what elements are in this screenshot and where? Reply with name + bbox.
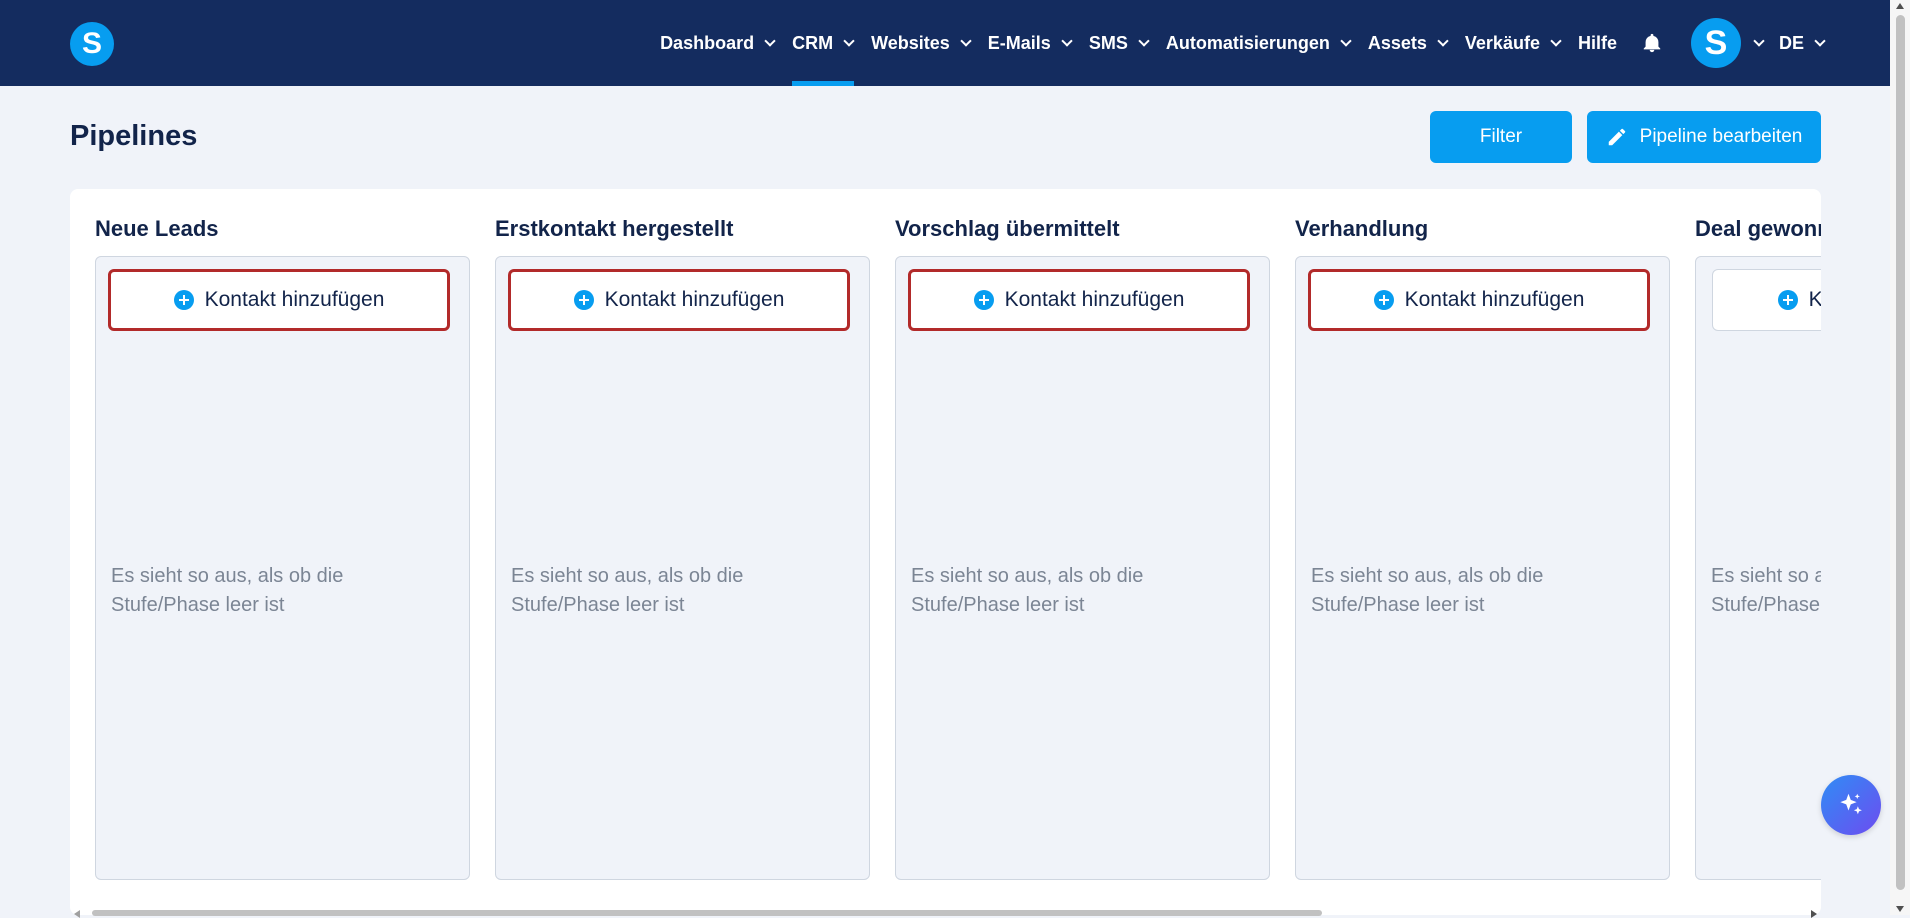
nav-label: Verkäufe bbox=[1464, 32, 1540, 53]
pencil-icon bbox=[1608, 128, 1625, 146]
vertical-scroll-thumb[interactable] bbox=[1896, 15, 1905, 890]
avatar-letter: S bbox=[1704, 23, 1728, 62]
main-nav: Dashboard CRM Websites E-Mails SMS Autom… bbox=[642, 0, 1826, 86]
column-dropzone[interactable]: Kontakt hinzufügen Es sieht so aus, als … bbox=[1695, 256, 1821, 880]
nav-item-hilfe[interactable]: Hilfe bbox=[1578, 0, 1617, 86]
chevron-down-icon bbox=[764, 34, 776, 47]
add-contact-button[interactable]: Kontakt hinzufügen bbox=[508, 269, 850, 331]
bell-icon[interactable] bbox=[1641, 32, 1663, 54]
chevron-down-icon bbox=[1437, 34, 1449, 47]
language-label: DE bbox=[1778, 32, 1804, 53]
empty-stage-text: Es sieht so aus, als ob die Stufe/Phase … bbox=[111, 565, 344, 616]
pipeline-board: Neue Leads Kontakt hinzufügen Es sieht s… bbox=[70, 189, 1821, 915]
nav-item-verkaeufe[interactable]: Verkäufe bbox=[1464, 0, 1562, 86]
page-title: Pipelines bbox=[70, 120, 198, 152]
add-contact-label: Kontakt hinzufügen bbox=[1404, 288, 1585, 311]
scroll-down-arrow-icon[interactable] bbox=[1896, 906, 1904, 912]
top-navigation-bar: S Dashboard CRM Websites E-Mails SMS Aut… bbox=[0, 0, 1910, 86]
add-contact-button[interactable]: Kontakt hinzufügen bbox=[1308, 269, 1650, 331]
add-contact-button[interactable]: Kontakt hinzufügen bbox=[108, 269, 450, 331]
empty-stage-text: Es sieht so aus, als ob die Stufe/Phase … bbox=[1311, 565, 1544, 616]
empty-stage-text: Es sieht so aus, als ob die Stufe/Phase … bbox=[911, 565, 1144, 616]
filter-button-label: Filter bbox=[1479, 126, 1523, 147]
horizontal-scroll-thumb[interactable] bbox=[92, 910, 1322, 916]
language-selector[interactable]: DE bbox=[1778, 32, 1826, 54]
column-title: Verhandlung bbox=[1295, 216, 1429, 241]
chevron-down-icon[interactable] bbox=[1753, 34, 1765, 47]
plus-circle-icon bbox=[973, 290, 994, 310]
plus-circle-icon bbox=[1777, 290, 1798, 310]
add-contact-label: Kontakt hinzufügen bbox=[1004, 288, 1185, 311]
column-dropzone[interactable]: Kontakt hinzufügen Es sieht so aus, als … bbox=[1295, 256, 1670, 880]
chevron-down-icon bbox=[843, 34, 855, 47]
pipeline-column: Neue Leads Kontakt hinzufügen Es sieht s… bbox=[95, 189, 470, 915]
nav-label: Dashboard bbox=[660, 32, 755, 53]
sparkle-icon bbox=[1840, 793, 1862, 815]
logo-letter: S bbox=[81, 27, 102, 60]
plus-circle-icon bbox=[1373, 290, 1394, 310]
nav-item-sms[interactable]: SMS bbox=[1088, 0, 1150, 86]
horizontal-scrollbar[interactable] bbox=[70, 906, 1821, 918]
nav-label: Websites bbox=[871, 32, 950, 53]
scroll-right-arrow-icon[interactable] bbox=[1811, 910, 1817, 918]
chevron-down-icon bbox=[960, 34, 972, 47]
plus-circle-icon bbox=[173, 290, 194, 310]
avatar[interactable]: S bbox=[1690, 18, 1741, 68]
chevron-down-icon bbox=[1814, 34, 1826, 47]
column-dropzone[interactable]: Kontakt hinzufügen Es sieht so aus, als … bbox=[495, 256, 870, 880]
chevron-down-icon bbox=[1138, 34, 1150, 47]
pipeline-column: Verhandlung Kontakt hinzufügen Es sieht … bbox=[1295, 189, 1670, 915]
nav-label: SMS bbox=[1088, 32, 1128, 53]
column-title: Neue Leads bbox=[95, 216, 219, 241]
column-title: Vorschlag übermittelt bbox=[895, 216, 1120, 241]
app-logo[interactable]: S bbox=[70, 22, 114, 66]
nav-item-assets[interactable]: Assets bbox=[1367, 0, 1449, 86]
edit-pipeline-label: Pipeline bearbeiten bbox=[1639, 126, 1803, 147]
nav-item-emails[interactable]: E-Mails bbox=[987, 0, 1073, 86]
chevron-down-icon bbox=[1550, 34, 1562, 47]
add-contact-label: Kontakt hinzufügen bbox=[604, 288, 785, 311]
nav-label: CRM bbox=[792, 32, 834, 53]
ai-assistant-button[interactable] bbox=[1821, 775, 1881, 835]
add-contact-label: Kontakt hinzufügen bbox=[204, 288, 385, 311]
pipeline-column: Deal gewonnen Kontakt hinzufügen Es sieh… bbox=[1695, 189, 1821, 915]
pipeline-column: Vorschlag übermittelt Kontakt hinzufügen… bbox=[895, 189, 1270, 915]
nav-label: Hilfe bbox=[1577, 32, 1617, 53]
plus-circle-icon bbox=[573, 290, 594, 310]
scroll-up-arrow-icon[interactable] bbox=[1896, 3, 1904, 9]
vertical-scrollbar[interactable] bbox=[1890, 0, 1910, 915]
empty-stage-text: Es sieht so aus, als ob die Stufe/Phase … bbox=[511, 565, 744, 616]
add-contact-button[interactable]: Kontakt hinzufügen bbox=[908, 269, 1250, 331]
column-dropzone[interactable]: Kontakt hinzufügen Es sieht so aus, als … bbox=[895, 256, 1270, 880]
nav-label: Automatisierungen bbox=[1165, 32, 1330, 53]
nav-label: E-Mails bbox=[987, 32, 1051, 53]
column-title: Erstkontakt hergestellt bbox=[495, 216, 734, 241]
empty-stage-text: Es sieht so aus, als ob die Stufe/Phase … bbox=[1711, 565, 1821, 616]
chevron-down-icon bbox=[1340, 34, 1352, 47]
add-contact-label: Kontakt hinzufügen bbox=[1808, 288, 1821, 311]
filter-button[interactable]: Filter bbox=[1430, 111, 1572, 163]
nav-label: Assets bbox=[1367, 32, 1427, 53]
nav-item-automatisierungen[interactable]: Automatisierungen bbox=[1165, 0, 1352, 86]
add-contact-button[interactable]: Kontakt hinzufügen bbox=[1712, 269, 1821, 331]
pipeline-column: Erstkontakt hergestellt Kontakt hinzufüg… bbox=[495, 189, 870, 915]
nav-item-crm[interactable]: CRM bbox=[792, 0, 855, 86]
nav-item-dashboard[interactable]: Dashboard bbox=[660, 0, 776, 86]
column-title: Deal gewonnen bbox=[1695, 216, 1821, 241]
edit-pipeline-button[interactable]: Pipeline bearbeiten bbox=[1587, 111, 1821, 163]
scroll-left-arrow-icon[interactable] bbox=[74, 910, 80, 918]
chevron-down-icon bbox=[1061, 34, 1073, 47]
column-dropzone[interactable]: Kontakt hinzufügen Es sieht so aus, als … bbox=[95, 256, 470, 880]
nav-item-websites[interactable]: Websites bbox=[871, 0, 972, 86]
